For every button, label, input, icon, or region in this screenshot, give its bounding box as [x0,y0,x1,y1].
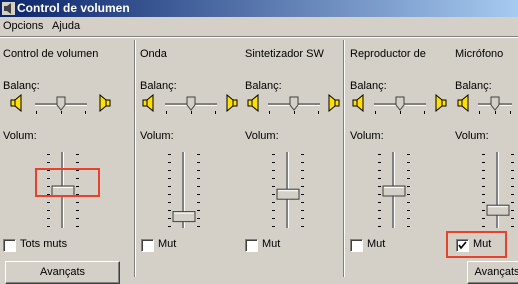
speaker-right-icon [95,93,111,113]
channel-name: Sintetizador SW [245,48,324,60]
channel-name: Reproductor de [350,48,426,60]
balance-slider-sw-synth[interactable] [265,95,323,115]
channel-name: Control de volumen [3,48,99,60]
balance-slider-microphone[interactable] [475,95,515,115]
balance-label: Balanç: [455,80,492,92]
channel-sw-synth: Sintetizador SW Balanç: Volum: Mut [241,38,343,277]
highlight-box-volume [35,168,100,197]
highlight-box-mute [446,231,507,258]
speaker-right-icon [431,93,447,113]
volume-label: Volum: [455,130,489,142]
checkbox-box[interactable] [245,239,258,252]
checkbox-box[interactable] [3,239,16,252]
advanced-button-microphone[interactable]: Avançats [467,261,518,284]
balance-label: Balanç: [140,80,177,92]
balance-slider-master[interactable] [32,95,90,115]
slider-thumb[interactable] [56,96,66,111]
mute-checkbox-player[interactable]: Mut [350,237,410,253]
volume-label: Volum: [350,130,384,142]
title-bar[interactable]: Control de volumen [0,0,518,17]
balance-slider-player[interactable] [371,95,429,115]
balance-label: Balanç: [350,80,387,92]
menu-help[interactable]: Ajuda [52,20,80,33]
channel-wave: Onda Balanç: Volum: Mut [136,38,240,277]
mute-checkbox-wave[interactable]: Mut [141,237,201,253]
channel-name: Micrófono [455,48,504,60]
mute-all-label: Tots muts [20,238,68,250]
slider-thumb[interactable] [395,96,405,111]
checkbox-box[interactable] [350,239,363,252]
volume-slider-player[interactable] [374,150,414,230]
slider-thumb[interactable] [490,96,500,111]
speaker-left-icon [142,93,158,113]
checkbox-box[interactable] [141,239,154,252]
slider-thumb[interactable] [186,96,196,111]
mute-label: Mut [262,238,281,250]
speaker-left-icon [247,93,263,113]
volume-slider-wave[interactable] [164,150,204,230]
mute-label: Mut [367,238,386,250]
speaker-left-icon [352,93,368,113]
channel-master: Control de volumen Balanç: Volum: Tots m… [0,38,133,284]
volume-label: Volum: [245,130,279,142]
speaker-left-icon [457,93,473,113]
mute-all-checkbox[interactable]: Tots muts [3,237,123,253]
volume-label: Volum: [140,130,174,142]
speaker-app-icon [2,2,15,15]
slider-thumb[interactable] [289,96,299,111]
speaker-right-icon [222,93,238,113]
balance-label: Balanç: [3,80,40,92]
column-divider [343,40,345,277]
mute-label: Mut [158,238,177,250]
volume-slider-microphone[interactable] [478,150,518,230]
advanced-button-master[interactable]: Avançats [5,261,120,284]
channel-player: Reproductor de Balanç: Volum: Mut [346,38,448,277]
balance-slider-wave[interactable] [162,95,220,115]
volume-label: Volum: [3,130,37,142]
volume-slider-sw-synth[interactable] [268,150,308,230]
menu-options[interactable]: Opcions [3,20,43,33]
menu-bar: Opcions Ajuda [0,17,518,36]
channel-name: Onda [140,48,167,60]
mute-checkbox-sw-synth[interactable]: Mut [245,237,305,253]
speaker-left-icon [10,93,26,113]
balance-label: Balanç: [245,80,282,92]
window-title: Control de volumen [17,1,130,15]
speaker-right-icon [324,93,340,113]
